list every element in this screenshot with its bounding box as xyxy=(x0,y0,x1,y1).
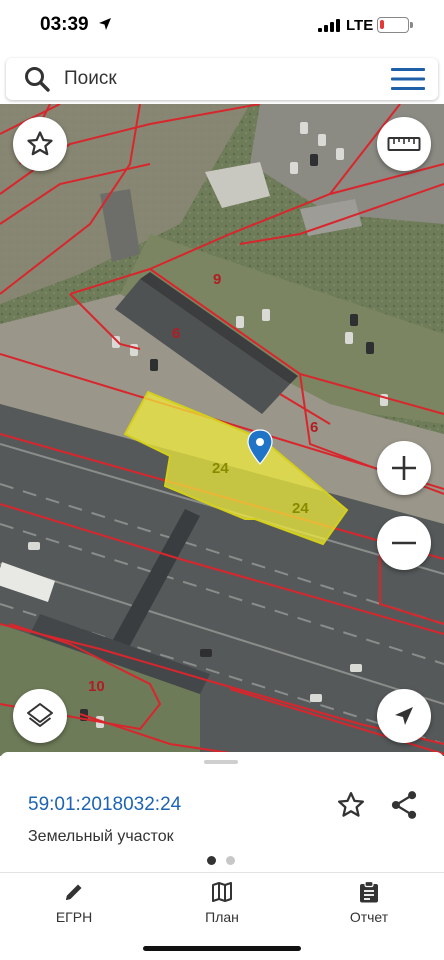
measure-button[interactable] xyxy=(377,117,431,171)
hamburger-menu-icon[interactable] xyxy=(391,67,425,91)
pager-dot-2[interactable] xyxy=(226,856,235,865)
battery-icon xyxy=(377,17,413,33)
tab-plan[interactable]: План xyxy=(167,881,277,929)
clipboard-icon xyxy=(360,881,378,903)
zoom-out-button[interactable] xyxy=(377,516,431,570)
pager-dots[interactable] xyxy=(207,856,235,865)
zoom-in-button[interactable] xyxy=(377,441,431,495)
tab-egrn[interactable]: ЕГРН xyxy=(19,881,129,929)
pencil-icon xyxy=(66,884,82,900)
pager-dot-1[interactable] xyxy=(207,856,216,865)
parcel-label-6b[interactable]: 6 xyxy=(310,419,318,436)
search-bar[interactable] xyxy=(6,58,438,100)
my-location-button[interactable] xyxy=(377,689,431,743)
search-icon[interactable] xyxy=(24,66,50,92)
search-input[interactable] xyxy=(64,64,364,94)
parcel-label-6[interactable]: 6 xyxy=(172,325,180,342)
parcel-info-sheet[interactable]: 59:01:2018032:24 Земельный участок ЕГРН xyxy=(0,752,444,960)
navigation-arrow-icon xyxy=(395,707,413,725)
map-view[interactable]: 9 6 6 24 24 10 xyxy=(0,104,444,756)
map-icon xyxy=(212,882,232,902)
sheet-drag-handle[interactable] xyxy=(204,760,238,764)
status-bar: 03:39 LTE xyxy=(0,0,444,52)
tab-plan-label: План xyxy=(205,909,239,925)
parcel-label-24[interactable]: 24 xyxy=(212,460,229,477)
favorite-star-icon[interactable] xyxy=(336,790,366,820)
parcel-type: Земельный участок xyxy=(28,828,174,845)
plus-icon xyxy=(392,456,416,480)
share-icon[interactable] xyxy=(390,790,418,820)
tab-report-label: Отчет xyxy=(349,909,389,925)
satellite-map[interactable] xyxy=(0,104,444,756)
status-time: 03:39 xyxy=(40,14,89,35)
layers-icon xyxy=(27,703,53,727)
parcel-label-10[interactable]: 10 xyxy=(88,678,105,695)
star-outline-icon xyxy=(27,131,53,156)
favorites-button[interactable] xyxy=(13,117,67,171)
cadastral-number[interactable]: 59:01:2018032:24 xyxy=(28,794,181,816)
battery-level xyxy=(380,20,384,29)
layers-button[interactable] xyxy=(13,689,67,743)
parcel-label-24b[interactable]: 24 xyxy=(292,500,309,517)
tab-egrn-label: ЕГРН xyxy=(55,909,93,925)
tab-report[interactable]: Отчет xyxy=(314,881,424,929)
ruler-icon xyxy=(387,137,421,151)
parcel-label-9[interactable]: 9 xyxy=(213,271,221,288)
signal-icon xyxy=(318,19,340,32)
bottom-tab-bar: ЕГРН План Отчет xyxy=(0,872,444,932)
home-indicator[interactable] xyxy=(143,946,301,951)
network-type: LTE xyxy=(346,17,374,34)
location-arrow-icon xyxy=(99,18,111,30)
minus-icon xyxy=(392,541,416,545)
